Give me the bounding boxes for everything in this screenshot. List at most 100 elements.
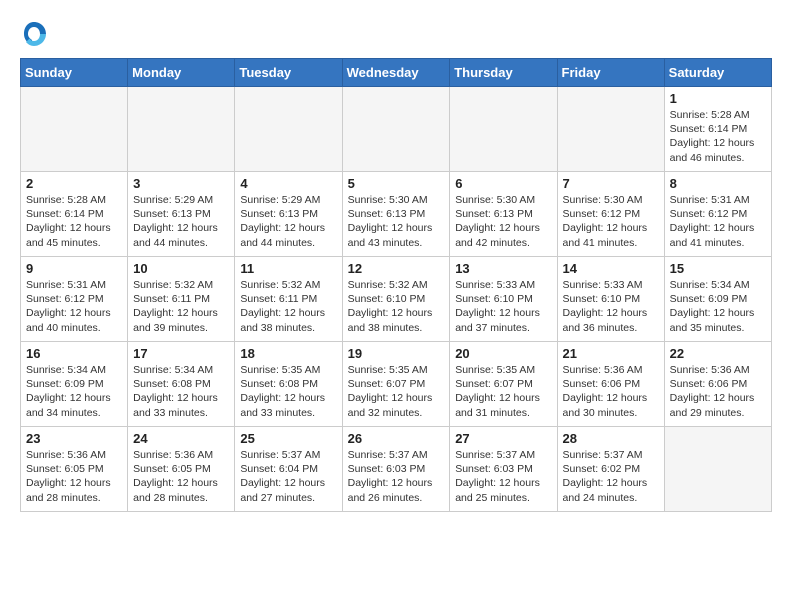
logo-icon	[20, 20, 48, 48]
day-number: 9	[26, 261, 122, 276]
calendar-day-cell: 14 Sunrise: 5:33 AM Sunset: 6:10 PM Dayli…	[557, 257, 664, 342]
day-number: 19	[348, 346, 445, 361]
calendar-day-cell: 8Sunrise: 5:31 AM Sunset: 6:12 PM Daylig…	[664, 172, 771, 257]
calendar-day-cell: 12Sunrise: 5:32 AM Sunset: 6:10 PM Dayli…	[342, 257, 450, 342]
day-info: Sunrise: 5:34 AM Sunset: 6:09 PM Dayligh…	[26, 363, 122, 420]
day-number: 22	[670, 346, 766, 361]
calendar-day-header: Tuesday	[235, 59, 342, 87]
calendar-day-cell: 10 Sunrise: 5:32 AM Sunset: 6:11 PM Dayli…	[128, 257, 235, 342]
day-number: 18	[240, 346, 336, 361]
calendar-day-cell: 20 Sunrise: 5:35 AM Sunset: 6:07 PM Dayli…	[450, 342, 557, 427]
day-number: 14	[563, 261, 659, 276]
day-info: Sunrise: 5:28 AM Sunset: 6:14 PM Dayligh…	[670, 108, 766, 165]
day-info: Sunrise: 5:36 AM Sunset: 6:06 PM Dayligh…	[670, 363, 766, 420]
day-number: 3	[133, 176, 229, 191]
day-info: Sunrise: 5:33 AM Sunset: 6:10 PM Dayligh…	[455, 278, 551, 335]
day-info: Sunrise: 5:28 AM Sunset: 6:14 PM Dayligh…	[26, 193, 122, 250]
calendar-day-cell: 6Sunrise: 5:30 AM Sunset: 6:13 PM Daylig…	[450, 172, 557, 257]
day-number: 17	[133, 346, 229, 361]
day-info: Sunrise: 5:34 AM Sunset: 6:08 PM Dayligh…	[133, 363, 229, 420]
day-info: Sunrise: 5:35 AM Sunset: 6:07 PM Dayligh…	[348, 363, 445, 420]
calendar-day-cell: 11Sunrise: 5:32 AM Sunset: 6:11 PM Dayli…	[235, 257, 342, 342]
day-number: 28	[563, 431, 659, 446]
day-info: Sunrise: 5:33 AM Sunset: 6:10 PM Dayligh…	[563, 278, 659, 335]
calendar-table: SundayMondayTuesdayWednesdayThursdayFrid…	[20, 58, 772, 512]
calendar-day-cell: 5 Sunrise: 5:30 AM Sunset: 6:13 PM Daylig…	[342, 172, 450, 257]
day-number: 16	[26, 346, 122, 361]
calendar-day-cell: 28 Sunrise: 5:37 AM Sunset: 6:02 PM Dayli…	[557, 427, 664, 512]
day-info: Sunrise: 5:36 AM Sunset: 6:05 PM Dayligh…	[133, 448, 229, 505]
calendar-day-cell: 4 Sunrise: 5:29 AM Sunset: 6:13 PM Daylig…	[235, 172, 342, 257]
calendar-header-row: SundayMondayTuesdayWednesdayThursdayFrid…	[21, 59, 772, 87]
calendar-day-cell: 21 Sunrise: 5:36 AM Sunset: 6:06 PM Dayli…	[557, 342, 664, 427]
day-info: Sunrise: 5:37 AM Sunset: 6:04 PM Dayligh…	[240, 448, 336, 505]
day-number: 26	[348, 431, 445, 446]
day-number: 10	[133, 261, 229, 276]
calendar-day-cell: 22 Sunrise: 5:36 AM Sunset: 6:06 PM Dayli…	[664, 342, 771, 427]
day-number: 13	[455, 261, 551, 276]
day-info: Sunrise: 5:37 AM Sunset: 6:02 PM Dayligh…	[563, 448, 659, 505]
day-number: 20	[455, 346, 551, 361]
calendar-day-cell	[128, 87, 235, 172]
day-info: Sunrise: 5:37 AM Sunset: 6:03 PM Dayligh…	[455, 448, 551, 505]
day-number: 23	[26, 431, 122, 446]
day-info: Sunrise: 5:31 AM Sunset: 6:12 PM Dayligh…	[26, 278, 122, 335]
calendar-day-header: Wednesday	[342, 59, 450, 87]
day-number: 24	[133, 431, 229, 446]
calendar-day-cell	[342, 87, 450, 172]
calendar-day-cell: 27 Sunrise: 5:37 AM Sunset: 6:03 PM Dayli…	[450, 427, 557, 512]
day-number: 7	[563, 176, 659, 191]
day-number: 5	[348, 176, 445, 191]
day-info: Sunrise: 5:32 AM Sunset: 6:11 PM Dayligh…	[240, 278, 336, 335]
calendar-day-header: Monday	[128, 59, 235, 87]
calendar-day-cell: 26 Sunrise: 5:37 AM Sunset: 6:03 PM Dayli…	[342, 427, 450, 512]
day-number: 25	[240, 431, 336, 446]
calendar-day-cell: 9 Sunrise: 5:31 AM Sunset: 6:12 PM Daylig…	[21, 257, 128, 342]
day-info: Sunrise: 5:36 AM Sunset: 6:05 PM Dayligh…	[26, 448, 122, 505]
day-number: 4	[240, 176, 336, 191]
day-number: 21	[563, 346, 659, 361]
calendar-day-cell: 16 Sunrise: 5:34 AM Sunset: 6:09 PM Dayli…	[21, 342, 128, 427]
day-number: 12	[348, 261, 445, 276]
calendar-day-cell: 13 Sunrise: 5:33 AM Sunset: 6:10 PM Dayli…	[450, 257, 557, 342]
day-info: Sunrise: 5:37 AM Sunset: 6:03 PM Dayligh…	[348, 448, 445, 505]
day-info: Sunrise: 5:30 AM Sunset: 6:13 PM Dayligh…	[348, 193, 445, 250]
day-number: 27	[455, 431, 551, 446]
day-number: 1	[670, 91, 766, 106]
calendar-day-cell: 18 Sunrise: 5:35 AM Sunset: 6:08 PM Dayli…	[235, 342, 342, 427]
calendar-day-cell	[235, 87, 342, 172]
calendar-day-cell: 19 Sunrise: 5:35 AM Sunset: 6:07 PM Dayli…	[342, 342, 450, 427]
calendar-day-cell: 3 Sunrise: 5:29 AM Sunset: 6:13 PM Daylig…	[128, 172, 235, 257]
day-info: Sunrise: 5:30 AM Sunset: 6:13 PM Dayligh…	[455, 193, 551, 250]
calendar-day-cell: 23 Sunrise: 5:36 AM Sunset: 6:05 PM Dayli…	[21, 427, 128, 512]
calendar-day-cell	[664, 427, 771, 512]
calendar-day-header: Sunday	[21, 59, 128, 87]
day-info: Sunrise: 5:32 AM Sunset: 6:11 PM Dayligh…	[133, 278, 229, 335]
day-info: Sunrise: 5:35 AM Sunset: 6:07 PM Dayligh…	[455, 363, 551, 420]
calendar-day-cell: 24 Sunrise: 5:36 AM Sunset: 6:05 PM Dayli…	[128, 427, 235, 512]
calendar-day-cell	[557, 87, 664, 172]
calendar-day-cell: 25 Sunrise: 5:37 AM Sunset: 6:04 PM Dayli…	[235, 427, 342, 512]
calendar-day-cell	[450, 87, 557, 172]
day-info: Sunrise: 5:35 AM Sunset: 6:08 PM Dayligh…	[240, 363, 336, 420]
calendar-day-cell: 15Sunrise: 5:34 AM Sunset: 6:09 PM Dayli…	[664, 257, 771, 342]
calendar-week-row: 16 Sunrise: 5:34 AM Sunset: 6:09 PM Dayli…	[21, 342, 772, 427]
logo	[20, 20, 54, 48]
day-info: Sunrise: 5:30 AM Sunset: 6:12 PM Dayligh…	[563, 193, 659, 250]
day-number: 15	[670, 261, 766, 276]
calendar-day-cell	[21, 87, 128, 172]
day-info: Sunrise: 5:36 AM Sunset: 6:06 PM Dayligh…	[563, 363, 659, 420]
calendar-day-cell: 1 Sunrise: 5:28 AM Sunset: 6:14 PM Daylig…	[664, 87, 771, 172]
calendar-day-header: Thursday	[450, 59, 557, 87]
calendar-day-cell: 2Sunrise: 5:28 AM Sunset: 6:14 PM Daylig…	[21, 172, 128, 257]
day-info: Sunrise: 5:29 AM Sunset: 6:13 PM Dayligh…	[240, 193, 336, 250]
page-header	[20, 20, 772, 48]
calendar-week-row: 1 Sunrise: 5:28 AM Sunset: 6:14 PM Daylig…	[21, 87, 772, 172]
day-info: Sunrise: 5:31 AM Sunset: 6:12 PM Dayligh…	[670, 193, 766, 250]
day-info: Sunrise: 5:29 AM Sunset: 6:13 PM Dayligh…	[133, 193, 229, 250]
calendar-week-row: 9 Sunrise: 5:31 AM Sunset: 6:12 PM Daylig…	[21, 257, 772, 342]
calendar-week-row: 23 Sunrise: 5:36 AM Sunset: 6:05 PM Dayli…	[21, 427, 772, 512]
calendar-day-cell: 7 Sunrise: 5:30 AM Sunset: 6:12 PM Daylig…	[557, 172, 664, 257]
calendar-week-row: 2Sunrise: 5:28 AM Sunset: 6:14 PM Daylig…	[21, 172, 772, 257]
calendar-day-header: Friday	[557, 59, 664, 87]
